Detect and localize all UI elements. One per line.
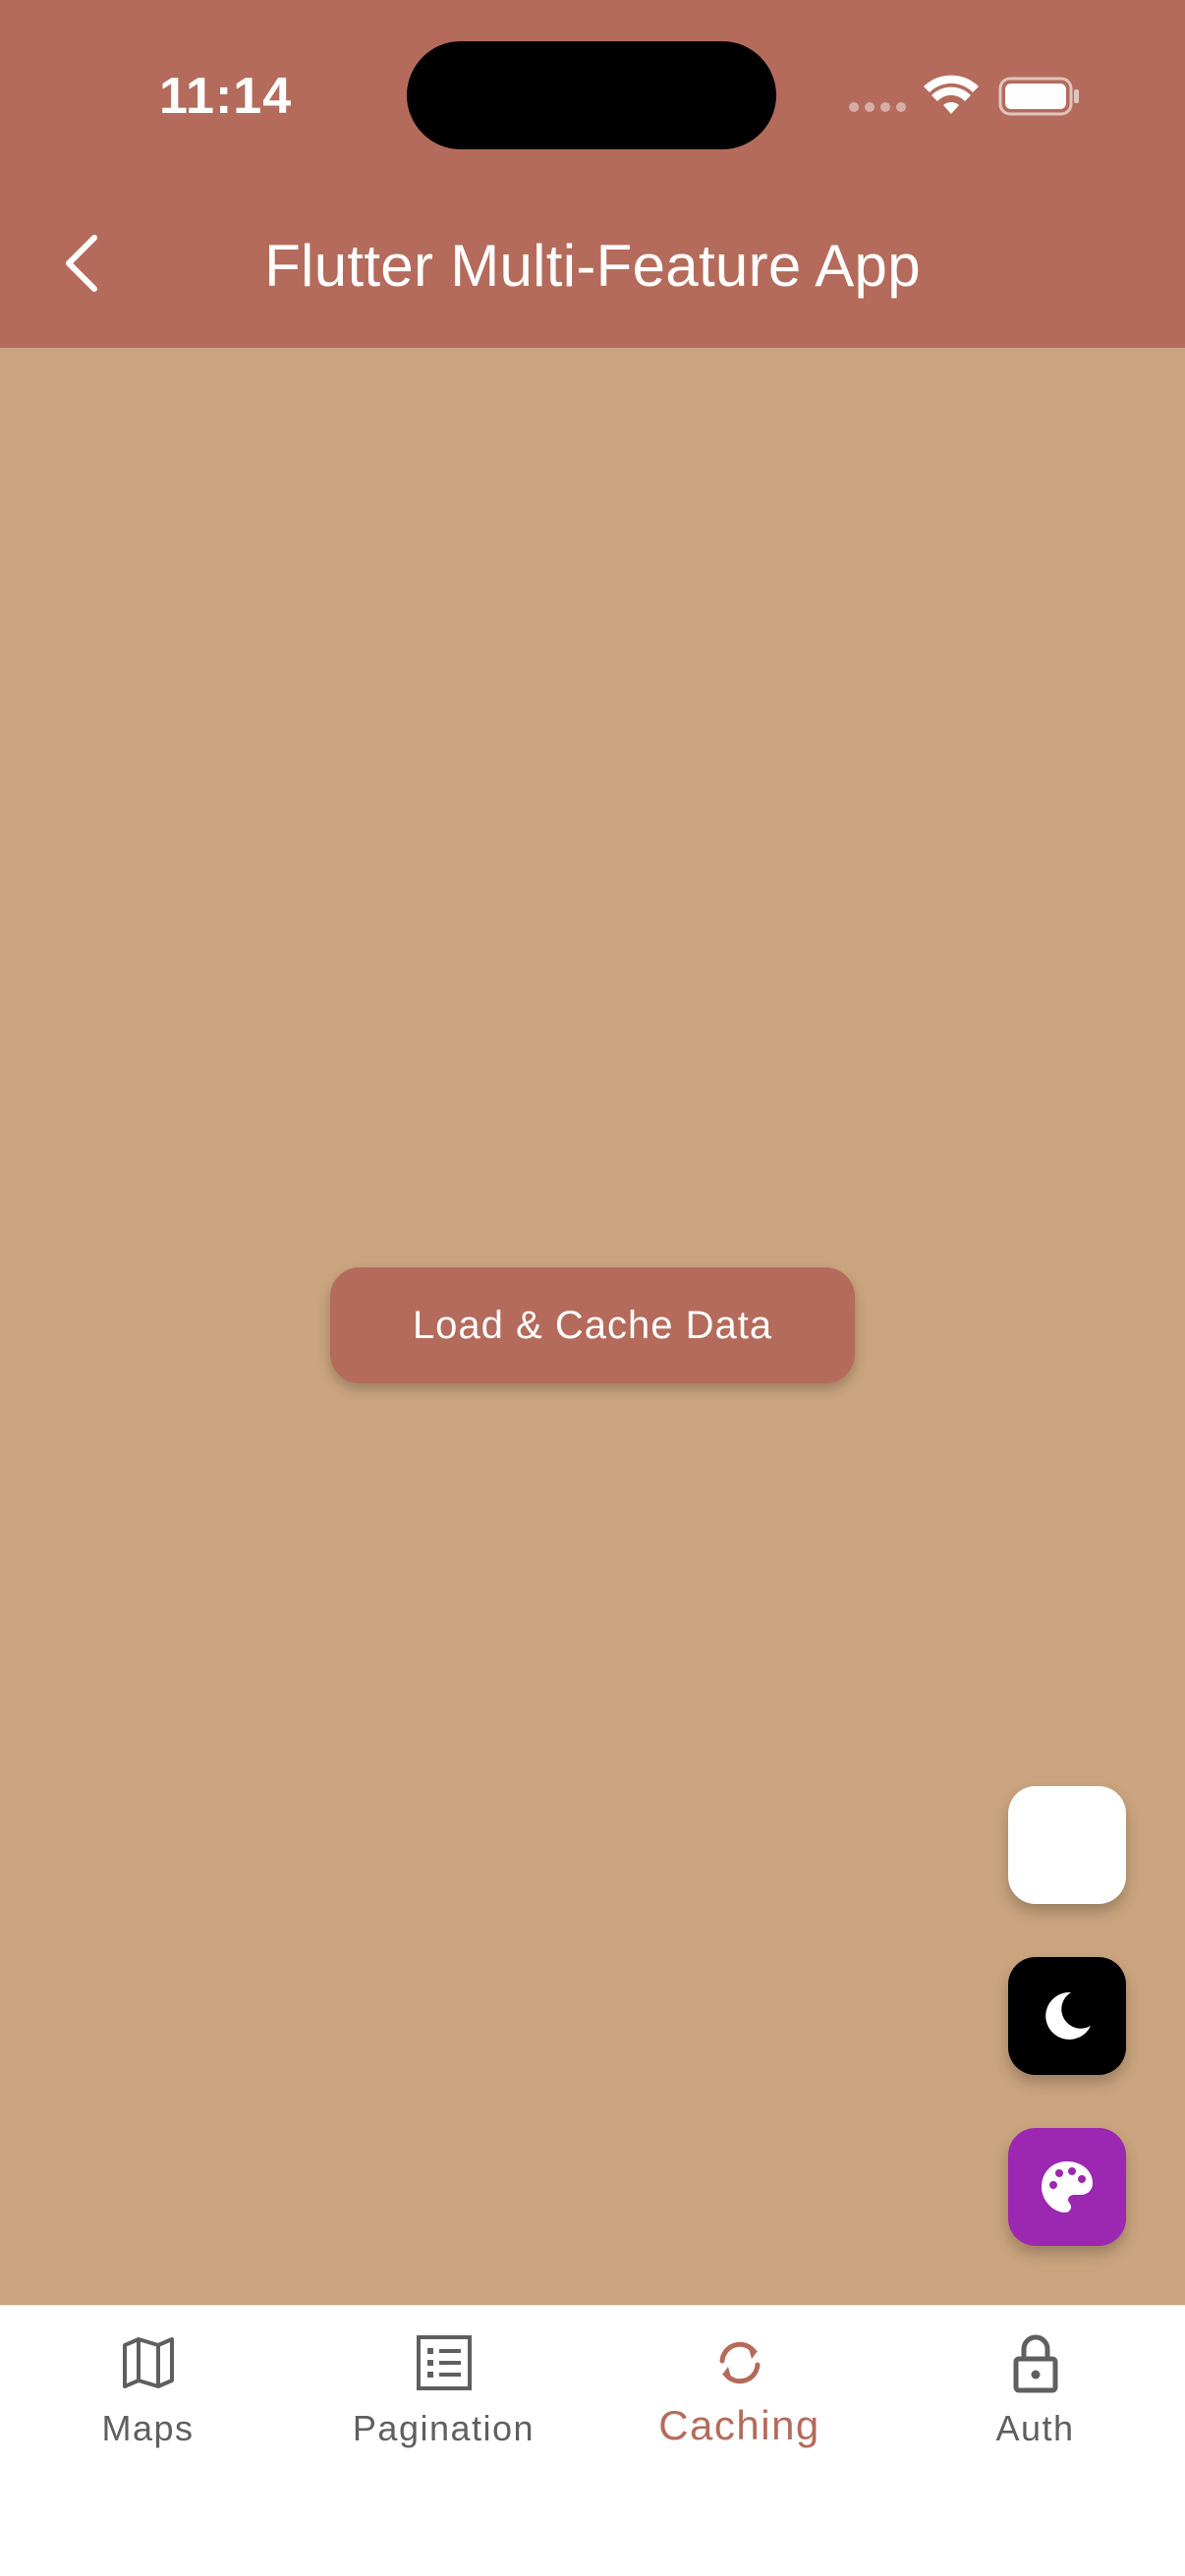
moon-icon — [1045, 1991, 1091, 2040]
nav-label-caching: Caching — [658, 2402, 820, 2448]
dynamic-island — [407, 41, 776, 149]
battery-icon — [998, 77, 1079, 116]
bottom-navigation-bar: Maps Pagination Caching Auth — [0, 2305, 1185, 2576]
wifi-icon — [924, 75, 979, 114]
load-cache-data-button[interactable]: Load & Cache Data — [330, 1267, 855, 1383]
nav-item-auth[interactable]: Auth — [887, 2306, 1183, 2502]
palette-icon — [1042, 2161, 1093, 2212]
nav-label-auth: Auth — [995, 2408, 1075, 2448]
status-time: 11:14 — [159, 68, 293, 125]
theme-palette-fab-button[interactable] — [1008, 2128, 1126, 2246]
app-bar: 11:14 Flutter Multi-Feature App — [0, 0, 1185, 348]
nav-item-caching[interactable]: Caching — [592, 2306, 887, 2502]
map-icon — [122, 2337, 174, 2388]
page-title: Flutter Multi-Feature App — [264, 233, 921, 299]
nav-label-pagination: Pagination — [352, 2408, 536, 2448]
nav-item-maps[interactable]: Maps — [0, 2306, 296, 2502]
nav-label-maps: Maps — [101, 2408, 195, 2448]
list-icon — [416, 2335, 472, 2390]
sync-icon — [719, 2341, 760, 2384]
nav-item-pagination[interactable]: Pagination — [296, 2306, 592, 2502]
screen: 11:14 Flutter Multi-Feature App Load & C… — [0, 0, 1185, 2576]
dark-mode-fab-button[interactable] — [1008, 1957, 1126, 2075]
lock-icon — [1013, 2334, 1057, 2393]
cellular-signal-icon — [849, 102, 906, 112]
blank-fab-button[interactable] — [1008, 1786, 1126, 1904]
